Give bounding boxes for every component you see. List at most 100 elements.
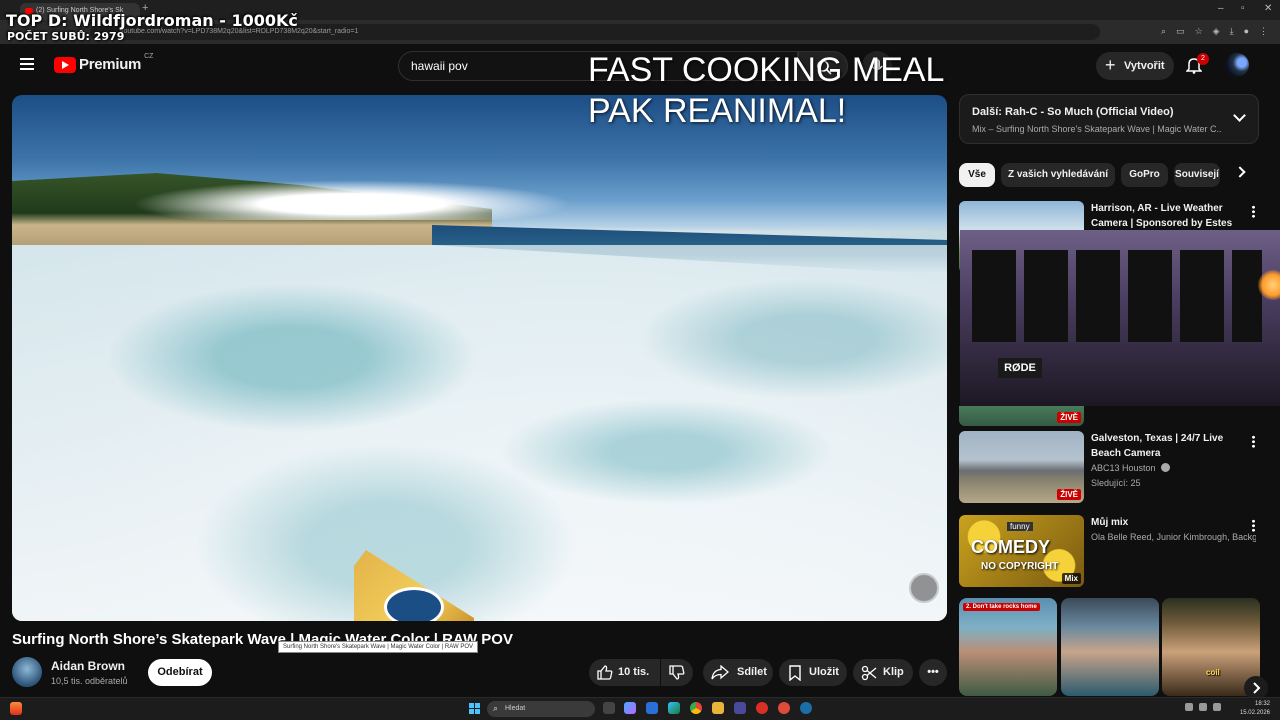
app-icon[interactable] (756, 702, 768, 714)
acoustic-panel (972, 250, 1016, 342)
short-caption: coil (1206, 668, 1220, 677)
create-label: Vytvořit (1124, 60, 1165, 72)
short-tag: 2. Don't take rocks home (963, 603, 1040, 611)
youtube-premium-logo[interactable]: Premium CZ (54, 53, 154, 73)
video-thumbnail: ŽIVĚ (959, 406, 1084, 426)
plus-icon: + (1105, 55, 1116, 75)
clip-button[interactable]: Klip (853, 659, 913, 686)
thumbs-down-icon (669, 665, 685, 680)
playlist-next-panel[interactable]: Další: Rah-C - So Much (Official Video) … (959, 94, 1259, 144)
obs-app-icon[interactable] (778, 702, 790, 714)
acoustic-panel (1180, 250, 1224, 342)
channel-watermark-icon[interactable] (909, 573, 939, 603)
acoustic-panel (1024, 250, 1068, 342)
maximize-icon[interactable]: ▫ (1241, 3, 1245, 14)
more-vertical-icon[interactable] (1252, 435, 1255, 448)
lamp-light (1258, 270, 1280, 300)
mix-artists: Ola Belle Reed, Junior Kimbrough, Backg.… (1091, 532, 1256, 542)
java-app-icon[interactable] (10, 702, 22, 715)
viewer-count: Sledující: 25 (1091, 478, 1141, 488)
clip-label: Klip (883, 666, 904, 678)
wifi-icon[interactable] (1199, 703, 1207, 711)
steam-app-icon[interactable] (800, 702, 812, 714)
more-vertical-icon[interactable] (1252, 519, 1255, 532)
scissors-icon (861, 665, 877, 681)
mix-title: Mix – Surfing North Shore's Skatepark Wa… (972, 124, 1222, 134)
short-thumbnail[interactable] (1061, 598, 1159, 696)
thumb-label-nocopyright: NO COPYRIGHT (981, 561, 1059, 572)
more-actions-button[interactable]: ••• (919, 659, 947, 686)
clock-date: 15.02.2026 (1239, 710, 1270, 716)
volume-icon[interactable] (1213, 703, 1221, 711)
bookmark-icon (789, 665, 801, 681)
recommended-video-title: Galveston, Texas | 24/7 Live Beach Camer… (1091, 433, 1224, 459)
app-icon[interactable] (734, 702, 746, 714)
save-button[interactable]: Uložit (779, 659, 847, 686)
bookmark-star-icon[interactable]: ☆ (1195, 26, 1203, 37)
chrome-browser-icon[interactable] (690, 702, 702, 714)
downloads-icon[interactable]: ⤓ (1230, 26, 1234, 37)
profile-icon[interactable]: ● (1244, 26, 1249, 37)
video-frame-clouds (132, 180, 572, 220)
more-vertical-icon[interactable] (1252, 205, 1255, 218)
search-icon: ⌕ (493, 703, 499, 713)
create-button[interactable]: + Vytvořit (1096, 52, 1174, 80)
recommended-video[interactable]: funny COMEDY NO COPYRIGHT Mix Můj mix Ol… (959, 515, 1264, 587)
store-icon[interactable] (646, 702, 658, 714)
browser-toolbar-icons: ⌕ ▭ ☆ ◈ ⤓ ● ⋮ (1161, 26, 1268, 37)
file-explorer-icon[interactable] (712, 702, 724, 714)
browser-menu-icon[interactable]: ⋮ (1259, 26, 1268, 37)
mix-badge: Mix (1061, 573, 1081, 584)
minimize-icon[interactable]: – (1218, 3, 1224, 14)
chip-from-searches[interactable]: Z vašich vyhledávání (1001, 163, 1115, 187)
live-badge: ŽIVĚ (1057, 489, 1081, 500)
more-horizontal-icon: ••• (927, 666, 939, 678)
edge-browser-icon[interactable] (668, 702, 680, 714)
system-tray (1185, 703, 1221, 711)
extension-icon[interactable]: ◈ (1213, 26, 1220, 37)
windows-start-icon[interactable] (469, 703, 480, 714)
channel-name[interactable]: Aidan Brown (51, 659, 125, 673)
share-button[interactable]: Sdílet (703, 659, 773, 686)
clock[interactable]: 18:32 15.02.2026 (1240, 700, 1270, 718)
dislike-button[interactable] (661, 659, 693, 686)
logo-region: CZ (144, 53, 154, 60)
acoustic-panel (1232, 250, 1262, 342)
channel-name-text: ABC13 Houston (1091, 463, 1156, 473)
short-thumbnail[interactable]: 2. Don't take rocks home (959, 598, 1057, 696)
account-avatar[interactable] (1225, 53, 1249, 77)
title-tooltip: Surfing North Shore's Skatepark Wave | M… (278, 641, 478, 653)
close-window-icon[interactable]: ✕ (1264, 3, 1272, 14)
save-label: Uložit (809, 666, 839, 678)
share-arrow-icon (711, 665, 729, 680)
channel-subscriber-count: 10,5 tis. odběratelů (51, 676, 128, 686)
next-video-title: Další: Rah-C - So Much (Official Video) (972, 106, 1174, 118)
chevron-down-icon[interactable] (1233, 109, 1246, 122)
channel-avatar[interactable] (12, 657, 42, 687)
thumb-label-funny: funny (1007, 522, 1033, 531)
thumbs-up-icon (597, 665, 613, 680)
microphone-brand-label: RØDE (998, 358, 1042, 378)
zoom-icon[interactable]: ⌕ (1161, 26, 1166, 37)
recommended-video[interactable]: ŽIVĚ Galveston, Texas | 24/7 Live Beach … (959, 431, 1264, 503)
task-view-icon[interactable] (603, 702, 615, 714)
overlay-line-2: PAK REANIMAL! (588, 92, 847, 130)
video-player[interactable] (12, 95, 947, 621)
hamburger-menu-icon[interactable] (20, 58, 34, 70)
tray-icon[interactable] (1185, 703, 1193, 711)
chip-related[interactable]: Souvisejí (1174, 163, 1220, 187)
channel-name: ABC13 Houston (1091, 463, 1256, 473)
taskbar-search-input[interactable]: Hledat (487, 701, 595, 717)
chip-gopro[interactable]: GoPro (1121, 163, 1168, 187)
stream-overlay-message: FAST COOKING MEAL PAK REANIMAL! (588, 50, 944, 132)
stream-overlay-title: TOP D: Wildfjordroman - 1000Kč (6, 11, 298, 30)
like-button[interactable]: 10 tis. (589, 659, 660, 686)
subscribe-button[interactable]: Odebírat (148, 659, 212, 686)
widgets-icon[interactable] (624, 702, 636, 714)
cast-icon[interactable]: ▭ (1176, 26, 1185, 37)
chip-all[interactable]: Vše (959, 163, 995, 187)
acoustic-panel (1128, 250, 1172, 342)
like-count: 10 tis. (618, 666, 650, 678)
thumb-label-comedy: COMEDY (971, 537, 1051, 557)
notifications-badge: 2 (1197, 53, 1209, 65)
